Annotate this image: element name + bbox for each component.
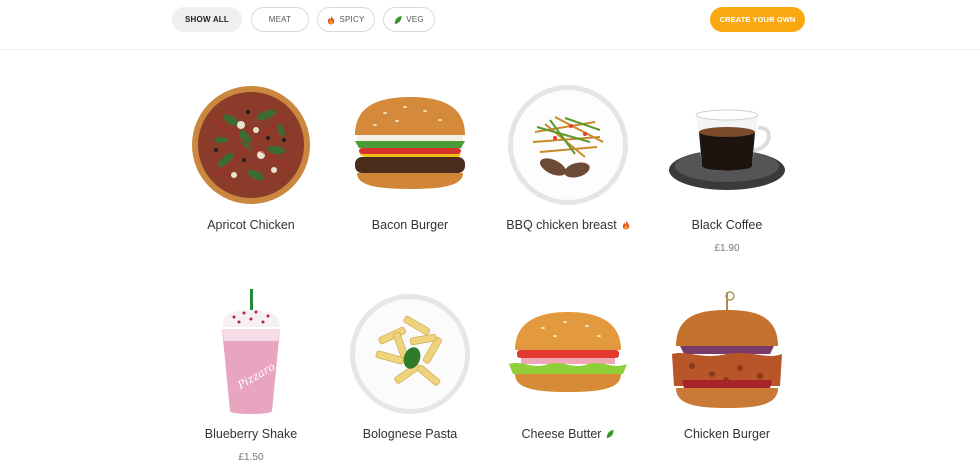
menu-item-card[interactable]: Bolognese Pasta (335, 289, 485, 441)
filter-meat-button[interactable]: MEAT (251, 7, 309, 32)
flame-icon (622, 220, 629, 230)
item-name: Bolognese Pasta (362, 427, 458, 441)
leaf-icon (395, 15, 402, 24)
menu-item-card[interactable]: Pizzaro Blueberry Shake £1.50 (176, 289, 326, 463)
chicken-burger-image[interactable] (652, 289, 802, 419)
menu-item-card[interactable]: Cheese Butter (493, 289, 643, 441)
filter-veg-label: VEG (406, 15, 424, 24)
filter-show-all-button[interactable]: SHOW ALL (172, 7, 242, 32)
item-price: £1.50 (238, 452, 264, 463)
coffee-cup-image[interactable] (652, 80, 802, 210)
item-name: Apricot Chicken (207, 218, 295, 232)
filter-meat-label: MEAT (268, 15, 292, 24)
item-name: Blueberry Shake (204, 427, 298, 441)
create-your-own-label: CREATE YOUR OWN (719, 15, 796, 24)
menu-item-card[interactable]: Bacon Burger (335, 80, 485, 232)
burger-image[interactable] (493, 289, 643, 419)
filter-veg-button[interactable]: VEG (383, 7, 435, 32)
flame-icon (328, 15, 335, 24)
shake-cup-image[interactable]: Pizzaro (176, 289, 326, 419)
burger-image[interactable] (335, 80, 485, 210)
menu-item-card[interactable]: BBQ chicken breast (493, 80, 643, 232)
item-name: Bacon Burger (371, 218, 449, 232)
filter-spicy-button[interactable]: SPICY (317, 7, 375, 32)
filter-bar: SHOW ALL MEAT SPICY VEG CREATE YOUR OWN (0, 0, 980, 50)
item-name: Chicken Burger (683, 427, 771, 441)
item-name: Cheese Butter (521, 427, 602, 441)
item-name: BBQ chicken breast (506, 218, 617, 232)
leaf-icon (607, 430, 615, 438)
menu-item-card[interactable]: Black Coffee £1.90 (652, 80, 802, 254)
pizza-image[interactable] (176, 80, 326, 210)
create-your-own-button[interactable]: CREATE YOUR OWN (710, 7, 805, 32)
menu-item-card[interactable]: Chicken Burger (652, 289, 802, 441)
filter-spicy-label: SPICY (339, 15, 365, 24)
item-price: £1.90 (714, 243, 740, 254)
item-name: Black Coffee (691, 218, 763, 232)
filter-show-all-label: SHOW ALL (185, 15, 229, 24)
pasta-plate-image[interactable] (335, 289, 485, 419)
salad-plate-image[interactable] (493, 80, 643, 210)
menu-item-card[interactable]: Apricot Chicken (176, 80, 326, 232)
